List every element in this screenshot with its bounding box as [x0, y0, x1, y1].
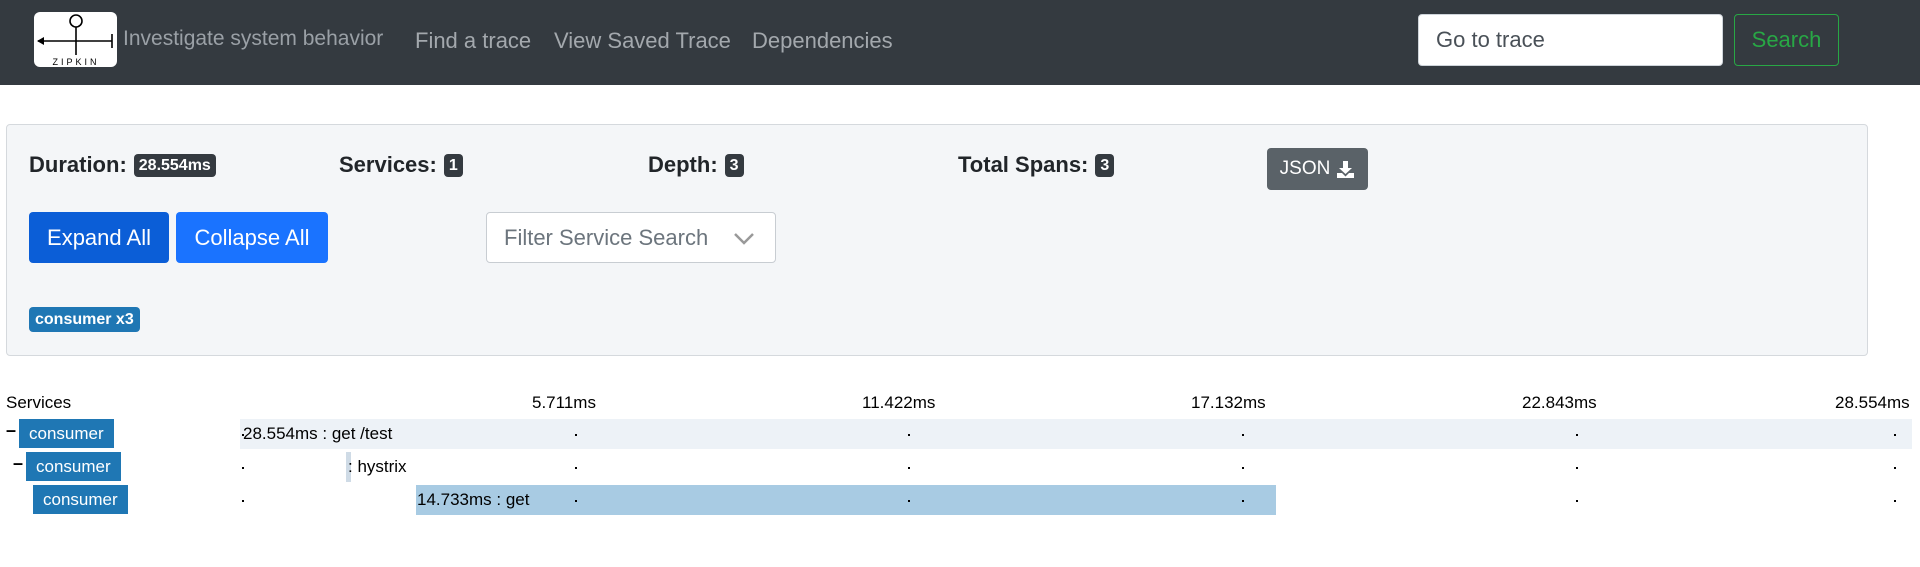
trace-summary-panel: Duration: 28.554ms Services: 1 Depth: 3 … [6, 124, 1868, 356]
grid-dot [908, 434, 910, 436]
span-bar[interactable] [416, 485, 1277, 515]
grid-dot [1576, 434, 1578, 436]
chevron-down-icon [734, 233, 754, 245]
total-spans-badge: 3 [1095, 153, 1115, 177]
tick-label: 17.132ms [1191, 393, 1266, 412]
total-spans-label: Total Spans: [958, 152, 1089, 177]
depth-label: Depth: [648, 152, 718, 177]
service-label[interactable]: consumer [19, 419, 114, 448]
collapse-toggle[interactable]: – [6, 420, 16, 441]
span-text[interactable]: 28.554ms : get /test [243, 419, 392, 449]
grid-dot [575, 434, 577, 436]
grid-dot [575, 467, 577, 469]
tick-label: 11.422ms [862, 393, 936, 412]
grid-dot [908, 500, 910, 502]
zipkin-logo-icon: ZIPKIN [37, 14, 113, 67]
goto-trace-input[interactable] [1418, 14, 1723, 66]
brand-tagline: Investigate system behavior [123, 27, 384, 50]
depth-badge: 3 [724, 153, 744, 177]
search-button[interactable]: Search [1734, 14, 1839, 66]
duration-label: Duration: [29, 152, 127, 177]
grid-dot [242, 434, 244, 436]
download-icon [1337, 160, 1355, 178]
service-label[interactable]: consumer [26, 452, 121, 481]
grid-dot [1242, 434, 1244, 436]
services-badge: 1 [443, 153, 463, 177]
span-text[interactable]: 14.733ms : get [417, 485, 529, 515]
top-navbar: ZIPKIN Investigate system behavior Find … [0, 0, 1920, 85]
services-column-header: Services [6, 393, 72, 412]
span-text[interactable]: : hystrix [348, 452, 407, 482]
services-stat: Services: 1 [339, 152, 463, 178]
tick-label: 5.711ms [532, 393, 596, 412]
collapse-toggle[interactable]: – [13, 453, 23, 474]
nav-view-saved-trace[interactable]: View Saved Trace [554, 28, 731, 54]
tick-label: 28.554ms [1835, 393, 1910, 412]
tick-label: 22.843ms [1522, 393, 1597, 412]
grid-dot [1576, 500, 1578, 502]
grid-dot [908, 467, 910, 469]
filter-service-select[interactable]: Filter Service Search [486, 212, 776, 263]
filter-service-placeholder: Filter Service Search [504, 224, 709, 250]
grid-dot [1242, 467, 1244, 469]
service-label[interactable]: consumer [33, 485, 128, 514]
nav-find-trace[interactable]: Find a trace [415, 28, 531, 54]
logo-text: ZIPKIN [52, 57, 99, 67]
grid-dot [242, 500, 244, 502]
service-count-badge[interactable]: consumer x3 [29, 307, 140, 332]
expand-all-button[interactable]: Expand All [29, 212, 169, 263]
json-button-label: JSON [1279, 158, 1331, 179]
grid-dot [1242, 500, 1244, 502]
nav-dependencies[interactable]: Dependencies [752, 28, 893, 54]
grid-dot [1894, 467, 1896, 469]
grid-dot [1576, 467, 1578, 469]
services-label: Services: [339, 152, 437, 177]
total-spans-stat: Total Spans: 3 [958, 152, 1115, 178]
grid-dot [1894, 434, 1896, 436]
grid-dot [242, 467, 244, 469]
duration-badge: 28.554ms [133, 153, 216, 177]
zipkin-logo[interactable]: ZIPKIN [34, 12, 117, 67]
grid-dot [1894, 500, 1896, 502]
span-row-background [240, 419, 1912, 449]
collapse-all-button[interactable]: Collapse All [176, 212, 328, 263]
duration-stat: Duration: 28.554ms [29, 152, 216, 178]
grid-dot [575, 500, 577, 502]
json-download-button[interactable]: JSON [1267, 148, 1368, 190]
depth-stat: Depth: 3 [648, 152, 744, 178]
